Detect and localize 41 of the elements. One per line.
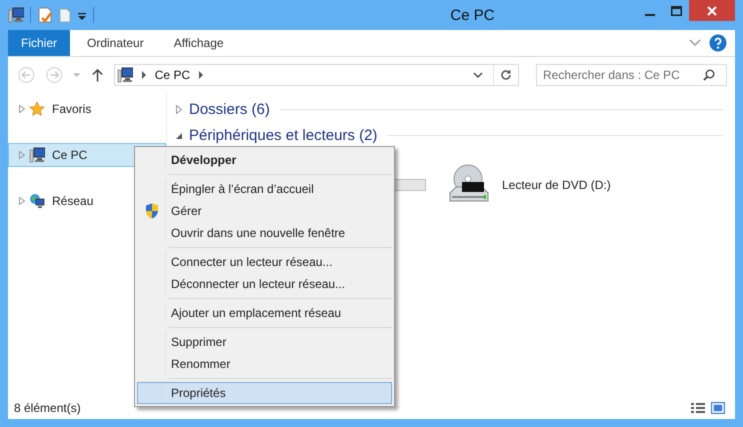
search-icon[interactable] bbox=[703, 69, 715, 81]
ribbon-tab[interactable]: Ordinateur bbox=[74, 30, 157, 56]
item-count: 8 élément(s) bbox=[14, 401, 81, 415]
chevron-icon bbox=[140, 71, 147, 79]
ribbon-tab[interactable]: Fichier bbox=[8, 30, 70, 56]
menu-item[interactable]: Supprimer bbox=[137, 331, 392, 353]
computer-icon bbox=[29, 147, 45, 163]
expand-ribbon-icon[interactable] bbox=[689, 39, 701, 47]
globe-computer-icon bbox=[29, 193, 45, 209]
sidebar-item[interactable]: Favoris bbox=[8, 97, 166, 121]
maximize-icon bbox=[670, 6, 682, 16]
close-button[interactable] bbox=[689, 0, 735, 21]
computer-icon[interactable] bbox=[8, 7, 24, 23]
computer-icon bbox=[116, 67, 133, 83]
window-title: Ce PC bbox=[449, 6, 496, 24]
properties-icon[interactable] bbox=[37, 7, 53, 23]
dropdown-icon[interactable] bbox=[473, 72, 483, 78]
up-arrow-icon[interactable] bbox=[92, 68, 103, 82]
star-icon bbox=[29, 101, 45, 117]
chevron-icon bbox=[198, 71, 204, 79]
refresh-icon bbox=[500, 69, 512, 81]
minimize-icon bbox=[645, 14, 655, 16]
tiles-view-icon[interactable] bbox=[711, 402, 725, 414]
close-icon bbox=[707, 6, 717, 16]
help-icon[interactable] bbox=[709, 34, 727, 52]
expand-arrow-icon[interactable] bbox=[176, 130, 183, 140]
ribbon-tab[interactable]: Affichage bbox=[160, 30, 237, 56]
menu-item[interactable]: Déconnecter un lecteur réseau... bbox=[137, 273, 392, 295]
group-header[interactable]: Dossiers (6) bbox=[189, 100, 270, 118]
details-view-icon[interactable] bbox=[691, 402, 705, 414]
menu-item[interactable]: Ajouter un emplacement réseau bbox=[137, 302, 392, 324]
menu-item[interactable]: Renommer bbox=[137, 353, 392, 375]
menu-item[interactable]: Ouvrir dans une nouvelle fenêtre bbox=[137, 222, 392, 244]
address-bar[interactable]: Ce PC bbox=[114, 64, 519, 86]
menu-item[interactable]: Connecter un lecteur réseau... bbox=[137, 251, 392, 273]
shield-icon bbox=[144, 203, 158, 219]
drive-label[interactable]: Lecteur de DVD (D:) bbox=[502, 178, 611, 192]
group-header[interactable]: Périphériques et lecteurs (2) bbox=[189, 126, 378, 144]
breadcrumb[interactable]: Ce PC bbox=[154, 68, 190, 82]
search-field[interactable]: Rechercher dans : Ce PC bbox=[536, 64, 727, 86]
menu-item[interactable]: Propriétés bbox=[137, 382, 392, 404]
